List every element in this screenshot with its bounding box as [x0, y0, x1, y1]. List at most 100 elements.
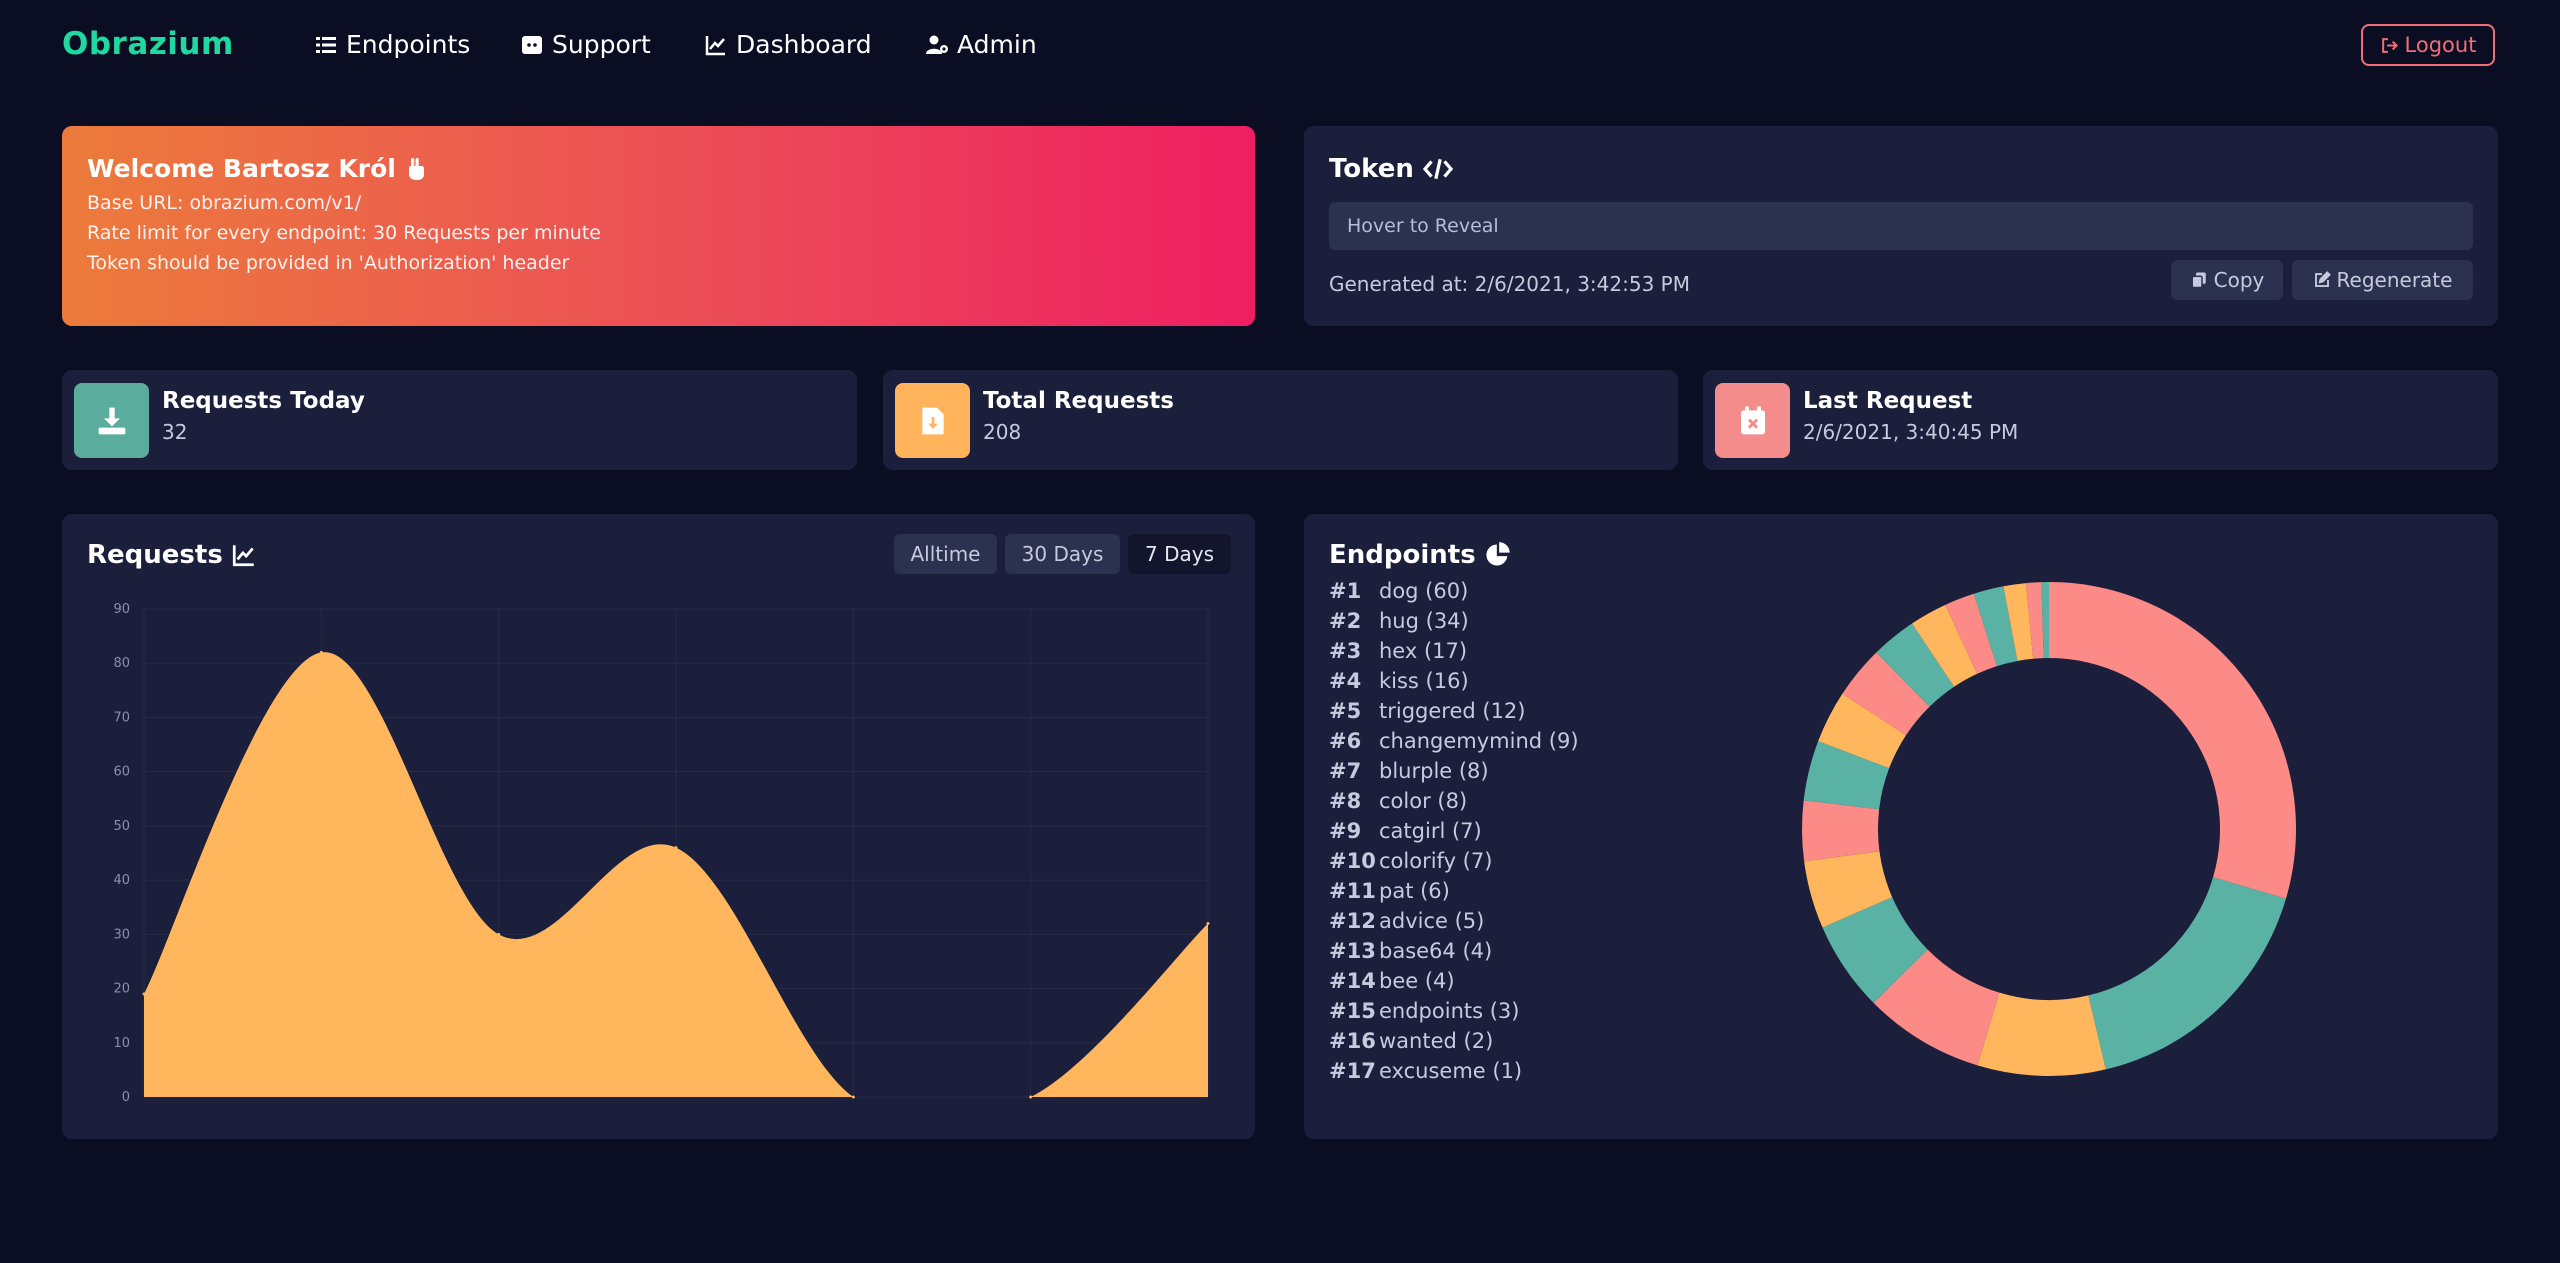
endpoint-list-item: #16 wanted (2) — [1329, 1026, 1579, 1056]
endpoint-rank: #9 — [1329, 819, 1362, 843]
data-point — [497, 932, 501, 936]
y-tick-label: 40 — [113, 873, 130, 888]
endpoint-list-item: #15 endpoints (3) — [1329, 996, 1579, 1026]
chart-line-icon — [705, 35, 725, 55]
data-point — [1029, 1095, 1033, 1099]
stat-label: Total Requests — [983, 388, 1174, 414]
endpoint-rank: #5 — [1329, 699, 1362, 723]
data-point — [1206, 921, 1210, 925]
welcome-title: Welcome Bartosz Król — [87, 154, 428, 183]
stat-last-request: Last Request 2/6/2021, 3:40:45 PM — [1703, 370, 2498, 470]
endpoint-name: pat (6) — [1379, 879, 1450, 903]
regenerate-button[interactable]: Regenerate — [2292, 260, 2473, 300]
endpoint-rank: #8 — [1329, 789, 1362, 813]
y-tick-label: 0 — [122, 1090, 130, 1105]
endpoint-rank: #4 — [1329, 669, 1362, 693]
requests-area-chart: 0 10 20 30 40 50 60 70 80 90 — [113, 602, 1210, 1105]
endpoint-rank: #2 — [1329, 609, 1362, 633]
navbar: Obrazium Endpoints Support Dashboard Adm… — [0, 0, 2560, 94]
copy-label: Copy — [2213, 268, 2265, 292]
endpoint-list-item: #3 hex (17) — [1329, 636, 1579, 666]
token-title-text: Token — [1329, 154, 1414, 184]
y-tick-label: 90 — [113, 602, 130, 617]
stat-icon-box — [74, 383, 149, 458]
logout-button[interactable]: Logout — [2361, 24, 2495, 66]
endpoint-rank: #12 — [1329, 909, 1376, 933]
nav-support[interactable]: Support — [520, 30, 651, 59]
endpoint-name: hug (34) — [1379, 609, 1469, 633]
hand-peace-icon — [408, 157, 424, 180]
download-icon — [98, 407, 125, 434]
endpoint-list-item: #9 catgirl (7) — [1329, 816, 1579, 846]
y-tick-label: 60 — [113, 765, 130, 780]
stat-icon-box — [895, 383, 970, 458]
y-tick-label: 30 — [113, 927, 130, 942]
donut-slice-dog — [2049, 582, 2296, 899]
y-tick-label: 70 — [113, 710, 130, 725]
brand-logo[interactable]: Obrazium — [62, 26, 234, 62]
token-generated-at: Generated at: 2/6/2021, 3:42:53 PM — [1329, 272, 1690, 296]
stat-icon-box — [1715, 383, 1790, 458]
user-cog-icon — [926, 35, 948, 54]
nav-endpoints[interactable]: Endpoints — [314, 30, 470, 59]
range-7-days-button[interactable]: 7 Days — [1128, 534, 1231, 574]
nav-admin[interactable]: Admin — [925, 30, 1037, 59]
token-reveal-field[interactable]: Hover to Reveal — [1329, 202, 2473, 250]
welcome-title-text: Welcome Bartosz Król — [87, 154, 396, 183]
welcome-token-hint: Token should be provided in 'Authorizati… — [87, 252, 570, 274]
y-tick-label: 10 — [113, 1036, 130, 1051]
endpoint-rank: #1 — [1329, 579, 1362, 603]
endpoint-name: colorify (7) — [1379, 849, 1493, 873]
endpoint-list-item: #4 kiss (16) — [1329, 666, 1579, 696]
endpoint-name: hex (17) — [1379, 639, 1468, 663]
endpoint-name: advice (5) — [1379, 909, 1485, 933]
chart-pie-icon — [1486, 542, 1510, 566]
code-icon — [1422, 158, 1454, 180]
endpoint-list-item: #13 base64 (4) — [1329, 936, 1579, 966]
donut-slice-hex — [1977, 992, 2106, 1076]
endpoint-rank: #10 — [1329, 849, 1376, 873]
endpoint-rank: #7 — [1329, 759, 1362, 783]
welcome-rate-limit: Rate limit for every endpoint: 30 Reques… — [87, 222, 601, 244]
endpoint-list-item: #11 pat (6) — [1329, 876, 1579, 906]
endpoints-title-text: Endpoints — [1329, 540, 1476, 570]
stat-value: 208 — [983, 420, 1022, 444]
y-tick-label: 50 — [113, 819, 130, 834]
endpoint-name: wanted (2) — [1379, 1029, 1494, 1053]
requests-card: 0 10 20 30 40 50 60 70 80 90 Requests Alltime 30 … — [62, 514, 1255, 1139]
nav-dashboard[interactable]: Dashboard — [704, 30, 872, 59]
discord-icon — [522, 35, 542, 54]
endpoint-list-item: #17 excuseme (1) — [1329, 1056, 1579, 1086]
nav-support-label: Support — [552, 30, 651, 59]
sign-out-icon — [2381, 37, 2398, 53]
endpoint-list-item: #14 bee (4) — [1329, 966, 1579, 996]
copy-button[interactable]: Copy — [2171, 260, 2283, 300]
data-point — [851, 1095, 855, 1099]
welcome-card: Welcome Bartosz Król Base URL: obrazium.… — [62, 126, 1255, 326]
logout-label: Logout — [2404, 33, 2477, 57]
endpoints-card: Endpoints #1 dog (60) #2 hug (34) #3 hex (17)… — [1304, 514, 2498, 1139]
welcome-base-url: Base URL: obrazium.com/v1/ — [87, 192, 362, 214]
endpoint-name: base64 (4) — [1379, 939, 1493, 963]
endpoint-name: excuseme (1) — [1379, 1059, 1523, 1083]
endpoint-list-item: #12 advice (5) — [1329, 906, 1579, 936]
stat-requests-today: Requests Today 32 — [62, 370, 857, 470]
data-point — [319, 650, 323, 654]
stat-label: Last Request — [1803, 388, 1973, 414]
endpoint-name: color (8) — [1379, 789, 1468, 813]
stat-value: 2/6/2021, 3:40:45 PM — [1803, 420, 2019, 444]
range-30-days-button[interactable]: 30 Days — [1005, 534, 1120, 574]
calendar-times-icon — [1740, 405, 1765, 434]
file-download-icon — [921, 407, 944, 434]
endpoint-rank: #17 — [1329, 1059, 1376, 1083]
range-alltime-button[interactable]: Alltime — [894, 534, 997, 574]
endpoint-rank: #15 — [1329, 999, 1376, 1023]
endpoint-rank: #14 — [1329, 969, 1376, 993]
regenerate-label: Regenerate — [2336, 268, 2453, 292]
data-point — [674, 846, 678, 850]
chart-area-icon — [232, 545, 254, 567]
endpoint-name: kiss (16) — [1379, 669, 1469, 693]
donut-slice-hug — [2088, 877, 2286, 1070]
endpoint-list-item: #2 hug (34) — [1329, 606, 1579, 636]
endpoint-rank: #16 — [1329, 1029, 1376, 1053]
